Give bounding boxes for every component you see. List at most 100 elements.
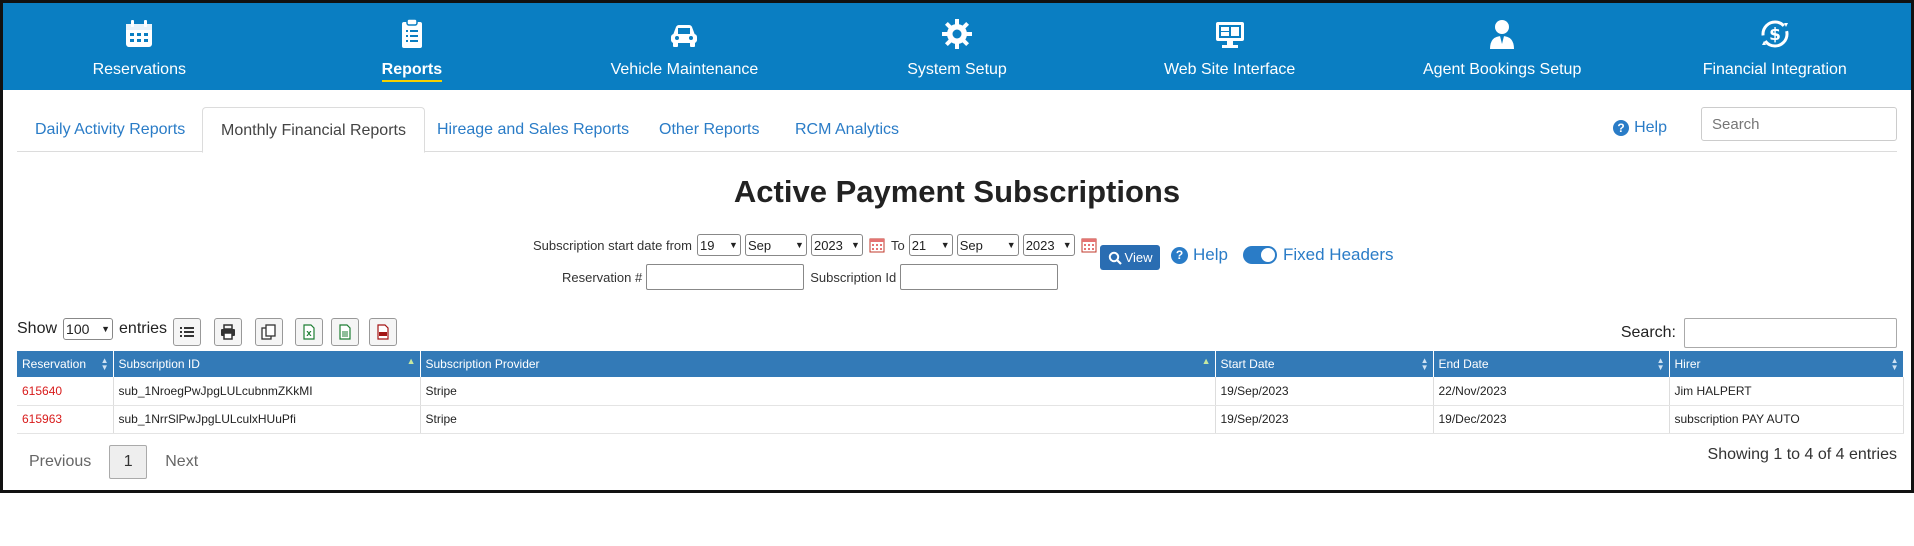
pdf-file-icon <box>377 324 389 340</box>
calendar-icon <box>126 20 153 47</box>
nav-item-vehicle-maintenance[interactable]: Vehicle Maintenance <box>548 3 821 90</box>
pdf-export-button[interactable] <box>369 318 397 346</box>
column-header-subscription-provider[interactable]: Subscription Provider ▲ <box>420 351 1216 377</box>
end-date-cell: 22/Nov/2023 <box>1433 377 1670 406</box>
printer-icon <box>221 324 235 340</box>
nav-item-financial-integration[interactable]: $ Financial Integration <box>1638 3 1911 90</box>
column-header-reservation[interactable]: Reservation ▲ ▼ <box>17 351 114 377</box>
nav-item-web-site-interface[interactable]: Web Site Interface <box>1093 3 1366 90</box>
subscription-id-input[interactable] <box>900 264 1059 290</box>
nav-item-reservations[interactable]: Reservations <box>3 3 276 90</box>
tab-hireage-and-sales-reports[interactable]: Hireage and Sales Reports <box>419 107 647 152</box>
table-row[interactable]: 615963 sub_1NrrSlPwJpgLULculxHUuPfi Stri… <box>17 405 1904 434</box>
reservation-link[interactable]: 615963 <box>17 405 114 434</box>
nav-item-agent-bookings-setup[interactable]: Agent Bookings Setup <box>1366 3 1639 90</box>
top-nav: Reservations Reports Vehicle Maintenance… <box>3 0 1911 90</box>
tab-rcm-analytics[interactable]: RCM Analytics <box>777 107 917 152</box>
table-header-row: Reservation ▲ ▼ Subscription ID ▲ Subscript… <box>17 351 1904 377</box>
copy-button[interactable] <box>255 318 283 346</box>
nav-label: Financial Integration <box>1702 61 1847 78</box>
end-date-cell: 19/Dec/2023 <box>1433 405 1670 434</box>
fixed-headers-label: Fixed Headers <box>1283 245 1394 264</box>
entries-select[interactable]: 100 ▼ <box>63 318 114 340</box>
from-month-select[interactable]: Sep ▼ <box>744 234 807 256</box>
to-year-value: 2023 <box>1025 237 1055 253</box>
toggle-switch[interactable] <box>1243 246 1277 264</box>
subscription-id-cell: sub_1NroegPwJpgLULcubnmZKkMI <box>113 377 421 406</box>
table-search: Search: <box>1621 318 1897 348</box>
start-date-cell: 19/Sep/2023 <box>1215 377 1434 406</box>
chevron-down-icon: ▼ <box>729 240 738 250</box>
excel-export-button[interactable]: X <box>295 318 323 346</box>
table-row[interactable]: 615640 sub_1NroegPwJpgLULcubnmZKkMI Stri… <box>17 377 1904 406</box>
svg-text:X: X <box>306 330 312 338</box>
chevron-down-icon: ▼ <box>795 240 804 250</box>
chevron-down-icon: ▼ <box>1006 240 1016 250</box>
column-header-start-date[interactable]: Start Date ▲ ▼ <box>1215 351 1434 377</box>
nav-item-system-setup[interactable]: System Setup <box>821 3 1094 90</box>
monitor-icon <box>1215 22 1244 48</box>
from-year-select[interactable]: 2023 ▼ <box>810 234 863 256</box>
question-icon: ? <box>1171 246 1188 264</box>
calendar-picker-icon[interactable] <box>1081 237 1097 253</box>
from-year-value: 2023 <box>813 237 843 253</box>
form-help-label: Help <box>1193 245 1228 264</box>
copy-icon <box>261 324 276 340</box>
reservation-label: Reservation # <box>562 269 643 285</box>
page-1-button[interactable]: 1 <box>109 445 148 479</box>
form-help-link[interactable]: ? Help <box>1171 245 1228 265</box>
provider-cell: Stripe <box>420 377 1216 406</box>
calendar-picker-icon[interactable] <box>869 237 885 253</box>
car-icon <box>671 25 698 47</box>
table-search-input[interactable] <box>1684 318 1897 348</box>
column-header-label: Subscription Provider <box>425 357 540 371</box>
reservation-input[interactable] <box>646 264 805 290</box>
nav-item-reports[interactable]: Reports <box>276 3 549 90</box>
previous-page-button[interactable]: Previous <box>17 453 97 471</box>
dollar-cycle-icon: $ <box>1761 20 1789 48</box>
app-frame: Reservations Reports Vehicle Maintenance… <box>0 0 1914 493</box>
column-visibility-button[interactable] <box>173 318 201 346</box>
column-header-end-date[interactable]: End Date ▲ ▼ <box>1433 351 1670 377</box>
header-help-label: Help <box>1634 119 1667 136</box>
excel-file-icon: X <box>303 324 315 340</box>
list-icon <box>180 327 194 337</box>
entries-value: 100 <box>66 321 90 337</box>
subscriptions-table: Reservation ▲ ▼ Subscription ID ▲ Subscript… <box>17 351 1904 434</box>
to-year-select[interactable]: 2023 ▼ <box>1022 234 1075 256</box>
csv-file-icon <box>339 324 351 340</box>
pagination: Previous 1 Next <box>17 445 204 479</box>
csv-export-button[interactable] <box>331 318 359 346</box>
next-page-button[interactable]: Next <box>159 453 204 471</box>
tab-other-reports[interactable]: Other Reports <box>641 107 777 152</box>
question-icon: ? <box>1613 120 1630 136</box>
to-month-select[interactable]: Sep ▼ <box>956 234 1019 256</box>
column-header-label: Reservation <box>22 357 87 371</box>
header-help-link[interactable]: ? Help <box>1613 119 1667 137</box>
hirer-cell: Jim HALPERT <box>1669 377 1904 406</box>
sort-icon: ▲ ▼ <box>1420 356 1429 372</box>
from-month-value: Sep <box>747 237 772 253</box>
table-info: Showing 1 to 4 of 4 entries <box>1707 446 1897 463</box>
subscription-id-cell: sub_1NrrSlPwJpgLULculxHUuPfi <box>113 405 421 434</box>
to-day-select[interactable]: 21 ▼ <box>908 234 953 256</box>
nav-label: Reservations <box>92 61 186 78</box>
column-header-hirer[interactable]: Hirer ▲ ▼ <box>1669 351 1904 377</box>
tab-monthly-financial-reports[interactable]: Monthly Financial Reports <box>202 107 425 153</box>
from-day-select[interactable]: 19 ▼ <box>696 234 741 256</box>
date-range-filter: Subscription start date from 19 ▼ Sep ▼ … <box>533 233 1101 257</box>
chevron-down-icon: ▼ <box>101 324 111 334</box>
print-button[interactable] <box>214 318 242 346</box>
column-header-label: Hirer <box>1674 357 1701 371</box>
view-button[interactable]: View <box>1100 245 1160 270</box>
reservation-link[interactable]: 615640 <box>17 377 114 406</box>
chevron-down-icon: ▼ <box>851 240 860 250</box>
header-search-input[interactable] <box>1701 107 1897 141</box>
column-header-subscription-id[interactable]: Subscription ID ▲ <box>113 351 421 377</box>
provider-cell: Stripe <box>420 405 1216 434</box>
tab-daily-activity-reports[interactable]: Daily Activity Reports <box>17 107 203 152</box>
column-header-label: Subscription ID <box>118 357 200 371</box>
column-header-label: End Date <box>1438 357 1489 371</box>
clipboard-icon <box>401 18 422 48</box>
fixed-headers-toggle[interactable]: Fixed Headers <box>1243 245 1394 265</box>
